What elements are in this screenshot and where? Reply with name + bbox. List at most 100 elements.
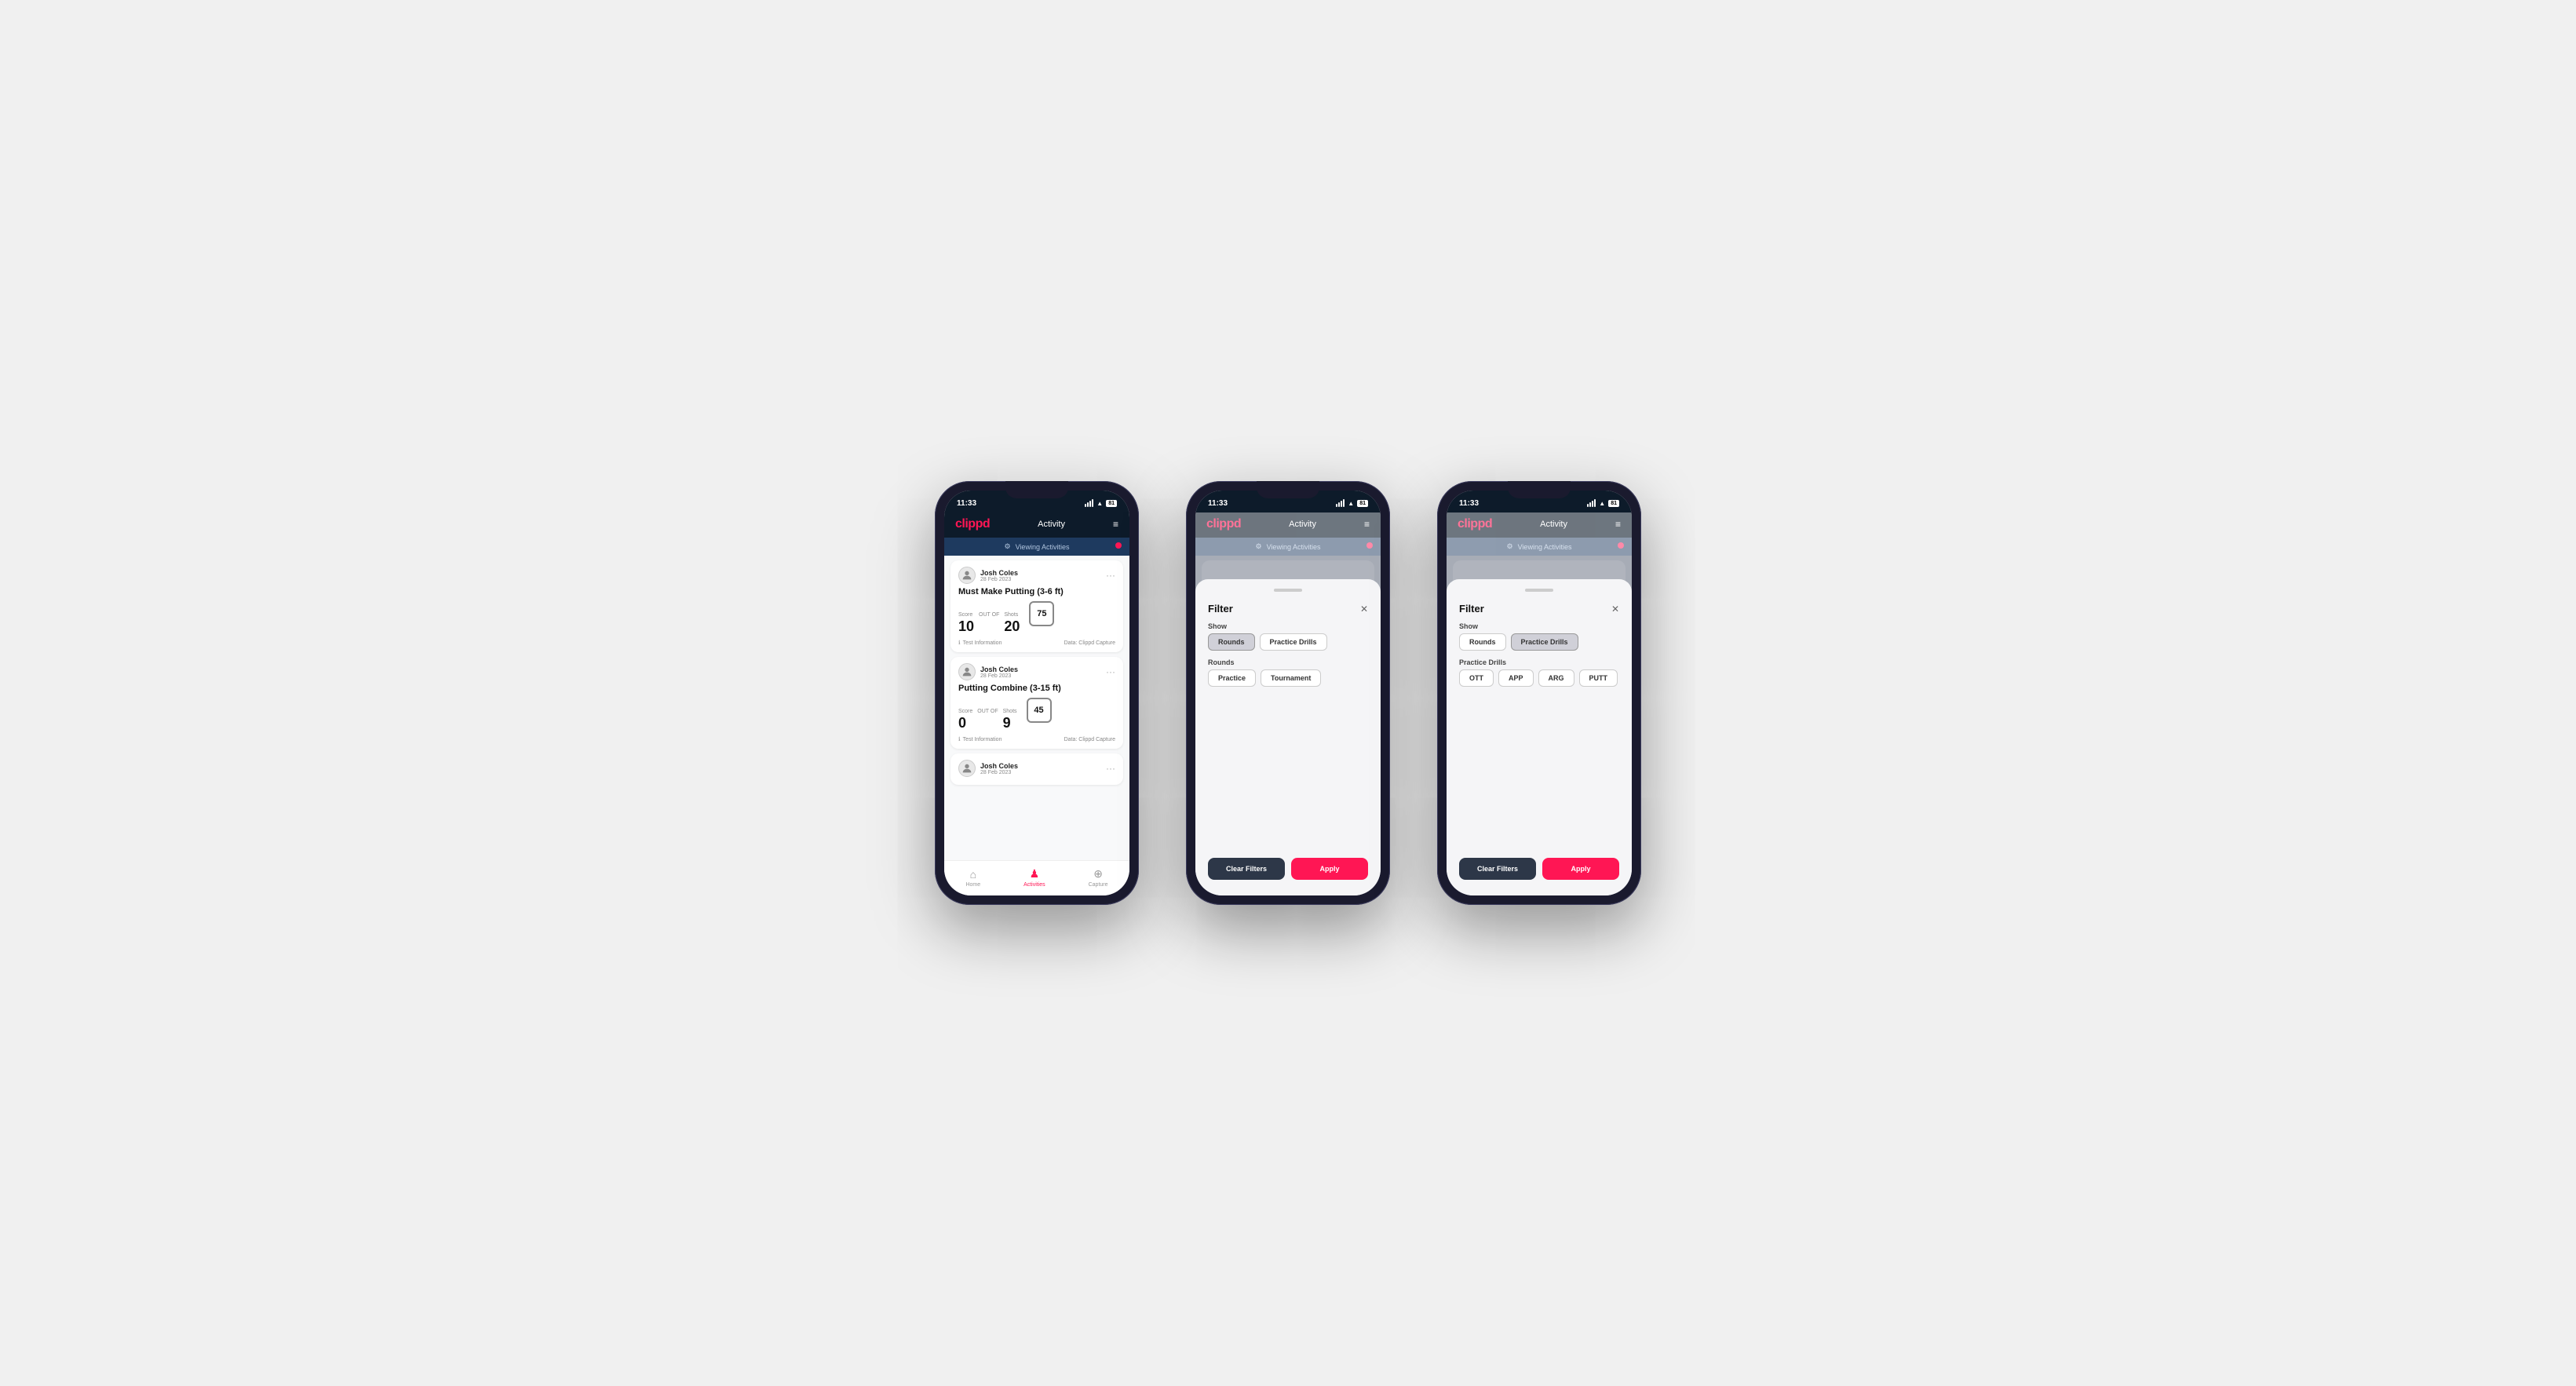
- battery-icon-1: 81: [1106, 500, 1117, 507]
- show-label-3: Show: [1459, 622, 1619, 630]
- app-btn-3[interactable]: APP: [1498, 669, 1534, 687]
- shot-quality-badge-1: 75: [1029, 601, 1054, 626]
- shots-value-1: 20: [1004, 618, 1020, 634]
- shot-quality-badge-2: 45: [1027, 698, 1052, 723]
- viewing-bar-icon-1: ⚙: [1005, 542, 1011, 551]
- avatar-3: [958, 760, 976, 777]
- filter-title-3: Filter: [1459, 603, 1484, 615]
- more-menu-3[interactable]: ···: [1106, 763, 1115, 774]
- practice-drills-btn-2[interactable]: Practice Drills: [1260, 633, 1327, 651]
- phone-2-screen: 11:33 ▲ 81 clippd Activity ≡: [1195, 491, 1381, 895]
- header-title-3: Activity: [1540, 520, 1567, 529]
- user-name-2: Josh Coles: [980, 666, 1018, 673]
- rounds-btn-3[interactable]: Rounds: [1459, 633, 1506, 651]
- wifi-icon-3: ▲: [1599, 500, 1605, 507]
- apply-btn-3[interactable]: Apply: [1542, 858, 1619, 880]
- user-info-1: Josh Coles 28 Feb 2023: [958, 567, 1018, 584]
- clear-filters-btn-2[interactable]: Clear Filters: [1208, 858, 1285, 880]
- shot-quality-value-2: 45: [1034, 706, 1043, 715]
- tournament-btn-2[interactable]: Tournament: [1261, 669, 1321, 687]
- ott-btn-3[interactable]: OTT: [1459, 669, 1494, 687]
- filter-handle-2: [1274, 589, 1302, 592]
- nav-activities-1[interactable]: ♟ Activities: [1023, 867, 1045, 888]
- filter-sheet-2: Filter ✕ Show Rounds Practice Drills Rou…: [1195, 579, 1381, 895]
- activity-card-3[interactable]: Josh Coles 28 Feb 2023 ···: [950, 753, 1123, 785]
- score-label-1: Score: [958, 612, 974, 618]
- status-time-1: 11:33: [957, 499, 976, 508]
- show-options-3: Rounds Practice Drills: [1459, 633, 1619, 651]
- shots-section-2: Shots 9: [1003, 709, 1017, 731]
- filter-title-2: Filter: [1208, 603, 1233, 615]
- card-stats-2: Score 0 OUT OF Shots 9 45: [958, 698, 1115, 731]
- card-header-3: Josh Coles 28 Feb 2023 ···: [958, 760, 1115, 777]
- signal-bars-1: [1085, 499, 1093, 507]
- score-label-2: Score: [958, 709, 972, 714]
- footer-data-text-2: Data: Clippd Capture: [1064, 737, 1115, 742]
- logo-3: clippd: [1458, 517, 1492, 531]
- user-details-3: Josh Coles 28 Feb 2023: [980, 762, 1018, 775]
- filter-show-section-2: Show Rounds Practice Drills: [1208, 622, 1368, 651]
- filter-spacer-3: [1459, 695, 1619, 844]
- footer-info-text-1: Test Information: [963, 640, 1002, 646]
- logo-1: clippd: [955, 517, 990, 531]
- score-value-1: 10: [958, 618, 974, 634]
- shot-quality-value-1: 75: [1037, 609, 1046, 618]
- menu-icon-2: ≡: [1364, 519, 1370, 530]
- filter-practice-drills-section-3: Practice Drills OTT APP ARG PUTT: [1459, 658, 1619, 687]
- out-of-1: OUT OF: [979, 612, 999, 618]
- notch: [1005, 481, 1068, 498]
- clear-filters-btn-3[interactable]: Clear Filters: [1459, 858, 1536, 880]
- show-label-2: Show: [1208, 622, 1368, 630]
- signal-bar-1: [1085, 504, 1086, 507]
- putt-btn-3[interactable]: PUTT: [1579, 669, 1618, 687]
- close-btn-3[interactable]: ✕: [1611, 604, 1619, 615]
- close-btn-2[interactable]: ✕: [1360, 604, 1368, 615]
- apply-btn-2[interactable]: Apply: [1291, 858, 1368, 880]
- nav-capture-1[interactable]: ⊕ Capture: [1089, 867, 1108, 888]
- phone-2: 11:33 ▲ 81 clippd Activity ≡: [1186, 481, 1390, 905]
- avatar-1: [958, 567, 976, 584]
- practice-btn-2[interactable]: Practice: [1208, 669, 1256, 687]
- viewing-bar-icon-2: ⚙: [1256, 542, 1262, 551]
- more-menu-2[interactable]: ···: [1106, 666, 1115, 677]
- avatar-2: [958, 663, 976, 680]
- notch-3: [1508, 481, 1571, 498]
- phone-3: 11:33 ▲ 81 clippd Activity ≡: [1437, 481, 1641, 905]
- user-info-2: Josh Coles 28 Feb 2023: [958, 663, 1018, 680]
- card-header-1: Josh Coles 28 Feb 2023 ···: [958, 567, 1115, 584]
- notch-2: [1257, 481, 1319, 498]
- filter-header-2: Filter ✕: [1208, 603, 1368, 615]
- filter-header-3: Filter ✕: [1459, 603, 1619, 615]
- status-icons-3: ▲ 81: [1587, 499, 1619, 507]
- filter-actions-2: Clear Filters Apply: [1208, 858, 1368, 880]
- more-menu-1[interactable]: ···: [1106, 570, 1115, 581]
- activity-card-1[interactable]: Josh Coles 28 Feb 2023 ··· Must Make Put…: [950, 560, 1123, 652]
- bottom-nav-1: ⌂ Home ♟ Activities ⊕ Capture: [944, 860, 1129, 895]
- viewing-bar-3: ⚙ Viewing Activities: [1447, 538, 1632, 556]
- signal-bars-3: [1587, 499, 1596, 507]
- signal-bar-4: [1092, 499, 1093, 507]
- arg-btn-3[interactable]: ARG: [1538, 669, 1574, 687]
- filter-actions-3: Clear Filters Apply: [1459, 858, 1619, 880]
- card-title-1: Must Make Putting (3-6 ft): [958, 587, 1115, 596]
- card-footer-1: ℹ Test Information Data: Clippd Capture: [958, 640, 1115, 646]
- nav-home-1[interactable]: ⌂ Home: [965, 868, 980, 888]
- shots-label-2: Shots: [1003, 709, 1017, 714]
- show-options-2: Rounds Practice Drills: [1208, 633, 1368, 651]
- status-time-2: 11:33: [1208, 499, 1228, 508]
- notification-dot-2: [1366, 542, 1373, 549]
- user-details-1: Josh Coles 28 Feb 2023: [980, 569, 1018, 582]
- practice-drills-btn-3[interactable]: Practice Drills: [1511, 633, 1578, 651]
- notification-dot-1: [1115, 542, 1122, 549]
- filter-show-section-3: Show Rounds Practice Drills: [1459, 622, 1619, 651]
- user-info-3: Josh Coles 28 Feb 2023: [958, 760, 1018, 777]
- filter-sheet-3: Filter ✕ Show Rounds Practice Drills Pra…: [1447, 579, 1632, 895]
- phone-3-screen: 11:33 ▲ 81 clippd Activity ≡: [1447, 491, 1632, 895]
- rounds-btn-2[interactable]: Rounds: [1208, 633, 1255, 651]
- viewing-bar-1[interactable]: ⚙ Viewing Activities: [944, 538, 1129, 556]
- user-name-1: Josh Coles: [980, 569, 1018, 577]
- user-date-3: 28 Feb 2023: [980, 770, 1018, 775]
- menu-icon-1[interactable]: ≡: [1113, 519, 1118, 530]
- card-stats-1: Score 10 OUT OF Shots 20 75: [958, 601, 1115, 635]
- activity-card-2[interactable]: Josh Coles 28 Feb 2023 ··· Putting Combi…: [950, 657, 1123, 749]
